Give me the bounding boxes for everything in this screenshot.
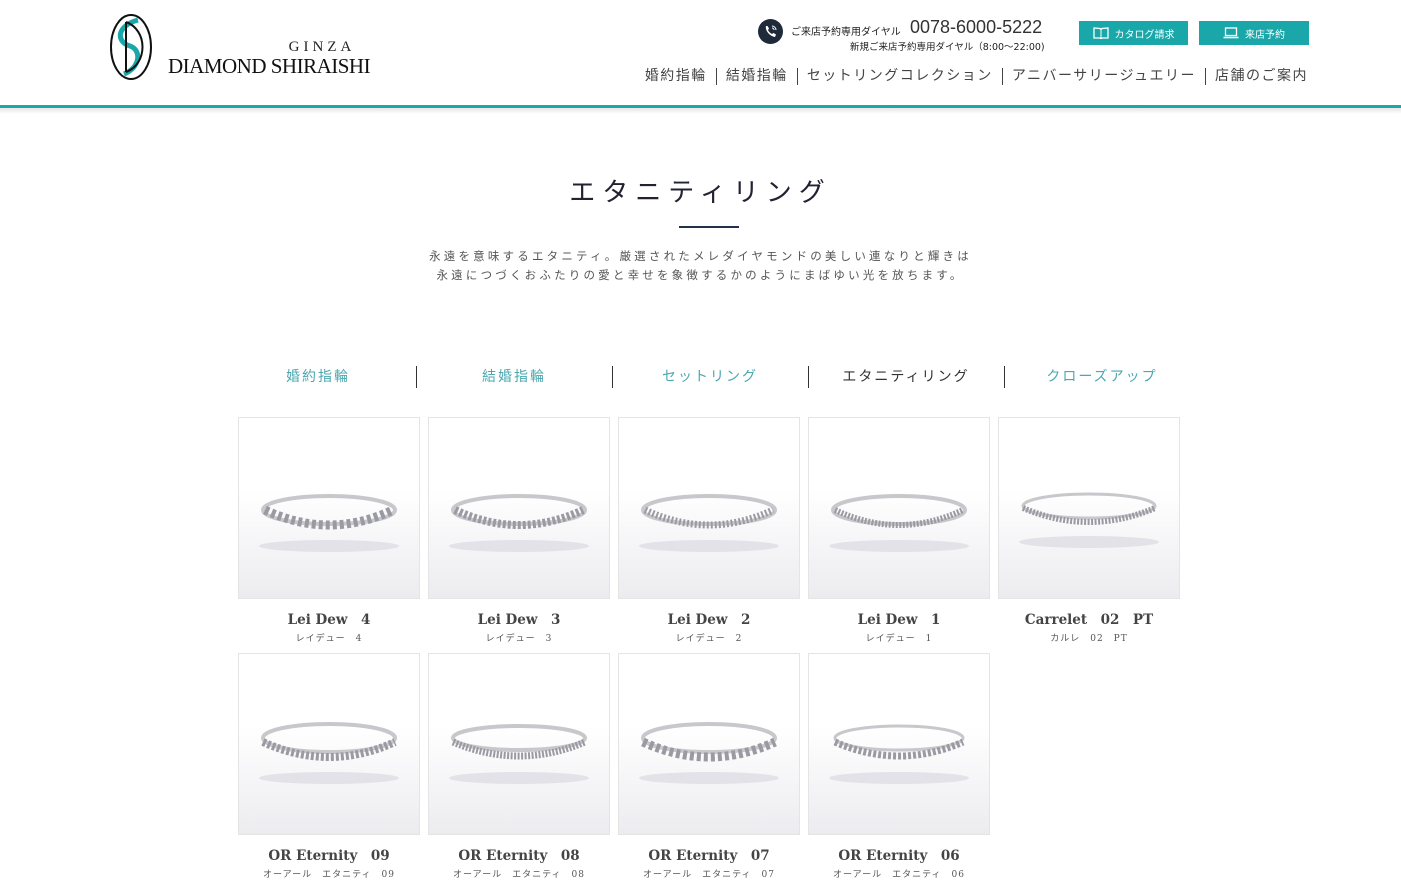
tab-wedding-rings[interactable]: 結婚指輪 [416, 365, 612, 389]
product-card[interactable]: Lei Dew 3 レイデュー 3 [428, 417, 610, 644]
product-name: Lei Dew 2 [667, 612, 751, 628]
product-name-kana: オーアール エタニティ 09 [262, 870, 395, 880]
product-name: OR Eternity 07 [648, 848, 770, 864]
product-image [238, 653, 420, 835]
catalog-request-button[interactable]: カタログ請求 [1079, 21, 1188, 45]
product-name: Lei Dew 3 [477, 612, 561, 628]
category-tabs: 婚約指輪 結婚指輪 セットリング エタニティリング クローズアップ [220, 365, 1200, 389]
ring-image-icon [1019, 492, 1159, 548]
tab-set-rings[interactable]: セットリング [612, 365, 808, 389]
product-card[interactable]: OR Eternity 07 オーアール エタニティ 07 [618, 653, 800, 880]
ring-image-icon [639, 494, 779, 552]
phone-number-link[interactable]: 0078-6000-5222 [910, 17, 1042, 38]
store-reservation-label: 来店予約 [1245, 29, 1285, 41]
gnav-store-guide[interactable]: 店舗のご案内 [1206, 67, 1308, 85]
product-card[interactable]: OR Eternity 09 オーアール エタニティ 09 [238, 653, 420, 880]
product-name-kana: オーアール エタニティ 08 [452, 870, 585, 880]
site-header: GINZA DIAMOND SHIRAISHI ご来店予約専用ダイヤル 0078… [0, 0, 1401, 105]
ring-image-icon [259, 722, 399, 784]
product-name: Lei Dew 4 [287, 612, 371, 628]
global-nav: 婚約指輪 結婚指輪 セットリングコレクション アニバーサリージュエリー 店舗のご… [636, 67, 1308, 85]
gnav-set-ring-collection[interactable]: セットリングコレクション [798, 67, 1002, 85]
product-name: Carrelet 02 PT [1024, 612, 1154, 628]
product-image [808, 417, 990, 599]
phone-icon [758, 19, 783, 44]
title-divider [679, 226, 739, 228]
product-name-kana: レイデュー 4 [295, 634, 363, 644]
product-image [238, 417, 420, 599]
ring-image-icon [449, 494, 589, 552]
product-image [618, 417, 800, 599]
product-card[interactable]: Lei Dew 4 レイデュー 4 [238, 417, 420, 644]
product-image [998, 417, 1180, 599]
product-name-kana: レイデュー 1 [865, 634, 933, 644]
product-name-kana: カルレ 02 PT [1050, 634, 1128, 644]
product-card[interactable]: Lei Dew 2 レイデュー 2 [618, 417, 800, 644]
product-name-kana: レイデュー 2 [675, 634, 743, 644]
phone-sub-label: 新規ご来店予約専用ダイヤル（8:00～22:00) [850, 42, 1045, 53]
product-card[interactable]: OR Eternity 06 オーアール エタニティ 06 [808, 653, 990, 880]
product-card[interactable]: Lei Dew 1 レイデュー 1 [808, 417, 990, 644]
book-icon [1092, 27, 1109, 39]
product-name: Lei Dew 1 [857, 612, 941, 628]
product-card[interactable]: OR Eternity 08 オーアール エタニティ 08 [428, 653, 610, 880]
phone-label: ご来店予約専用ダイヤル [791, 27, 901, 38]
ring-image-icon [829, 494, 969, 552]
product-name: OR Eternity 09 [268, 848, 390, 864]
gnav-anniversary-jewelry[interactable]: アニバーサリージュエリー [1003, 67, 1205, 85]
tab-close-up[interactable]: クローズアップ [1004, 365, 1200, 389]
product-card[interactable]: Carrelet 02 PT カルレ 02 PT [998, 417, 1180, 644]
gnav-wedding-rings[interactable]: 結婚指輪 [717, 67, 797, 85]
brand-logo[interactable]: GINZA DIAMOND SHIRAISHI [108, 12, 388, 82]
product-image [808, 653, 990, 835]
product-name: OR Eternity 06 [838, 848, 960, 864]
product-image [618, 653, 800, 835]
tab-engagement-rings[interactable]: 婚約指輪 [220, 365, 416, 389]
product-name: OR Eternity 08 [458, 848, 580, 864]
ring-image-icon [829, 724, 969, 784]
product-name-kana: レイデュー 3 [485, 634, 553, 644]
header-shadow [0, 108, 1401, 114]
product-image [428, 417, 610, 599]
lead-text-line-1: 永遠を意味するエタニティ。厳選されたメレダイヤモンドの美しい連なりと輝きは [429, 249, 972, 263]
ring-image-icon [639, 722, 779, 784]
page-title: エタニティリング [569, 178, 832, 208]
product-name-kana: オーアール エタニティ 07 [642, 870, 775, 880]
product-image [428, 653, 610, 835]
tab-eternity-rings[interactable]: エタニティリング [808, 365, 1004, 389]
ring-image-icon [259, 494, 399, 552]
lead-text-line-2: 永遠につづくおふたりの愛と幸せを象徴するかのようにまばゆい光を放ちます。 [436, 268, 965, 282]
product-name-kana: オーアール エタニティ 06 [832, 870, 965, 880]
store-reservation-button[interactable]: 来店予約 [1199, 21, 1309, 45]
gnav-engagement-rings[interactable]: 婚約指輪 [636, 67, 716, 85]
logo-emblem-icon [110, 14, 152, 80]
logo-brand-name: DIAMOND SHIRAISHI [168, 54, 371, 78]
ring-image-icon [449, 724, 589, 784]
catalog-request-label: カタログ請求 [1114, 29, 1175, 41]
laptop-icon [1223, 27, 1239, 39]
